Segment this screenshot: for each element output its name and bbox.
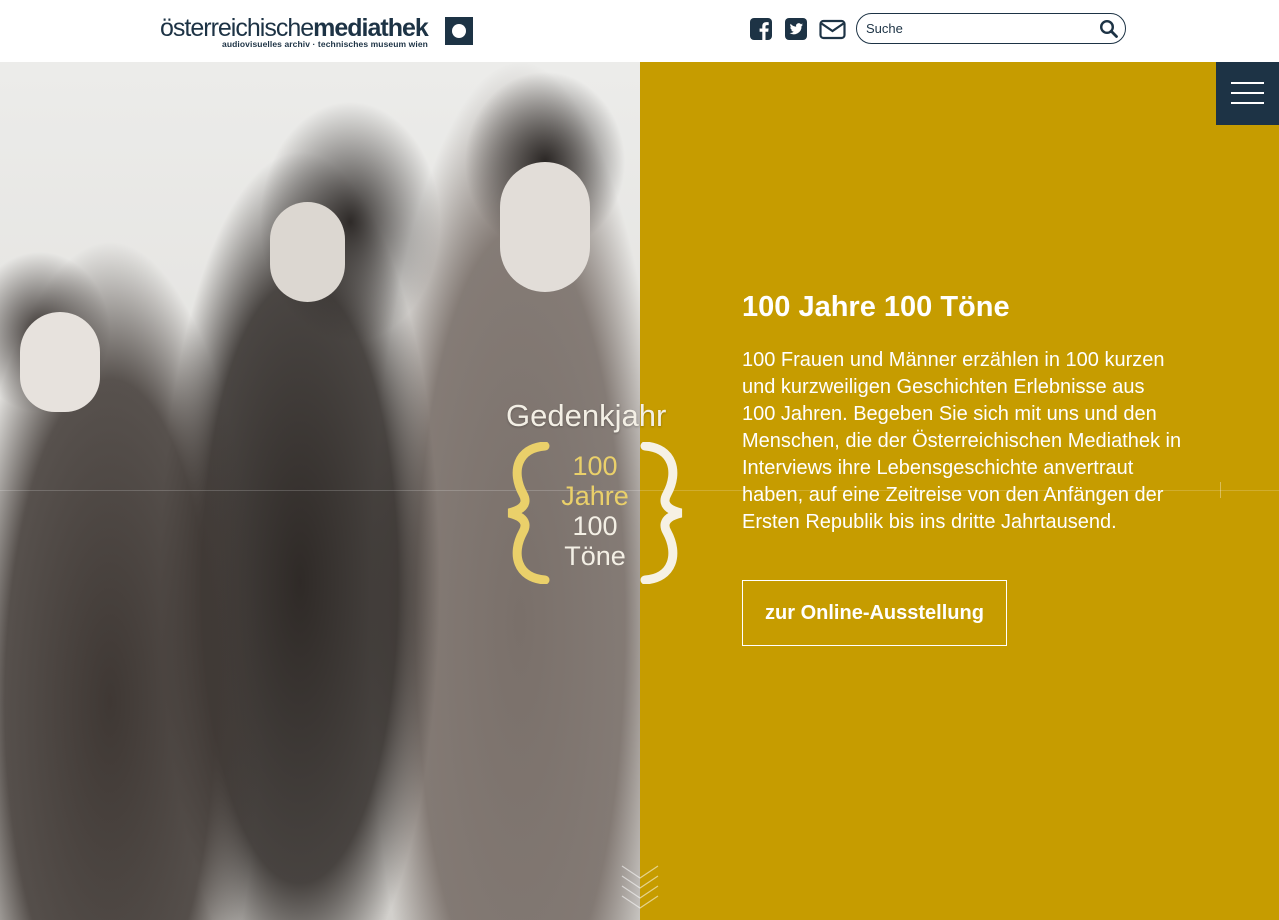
- facebook-icon[interactable]: [749, 17, 773, 41]
- search-box: [856, 13, 1126, 44]
- mail-icon[interactable]: [819, 17, 846, 41]
- logo-mark-icon: [445, 17, 473, 45]
- scroll-down-icon[interactable]: [620, 864, 660, 916]
- emblem-line: Jahre: [561, 481, 629, 511]
- hero-headline: 100 Jahre 100 Töne: [742, 291, 1010, 323]
- search-input[interactable]: [866, 19, 1096, 38]
- site-header: österreichischemediathek audiovisuelles …: [0, 0, 1279, 62]
- emblem-title: Gedenkjahr: [506, 398, 667, 433]
- photo-figure: [500, 162, 590, 292]
- site-logo[interactable]: österreichischemediathek audiovisuelles …: [160, 14, 480, 50]
- online-exhibition-button[interactable]: zur Online-Ausstellung: [742, 580, 1007, 646]
- logo-wordmark-bold: mediathek: [313, 14, 429, 42]
- emblem-line: 100: [572, 451, 618, 481]
- logo-wordmark-light: österreichische: [160, 14, 314, 42]
- search-icon[interactable]: [1099, 19, 1119, 39]
- menu-bar: [1231, 92, 1264, 94]
- hero-description: 100 Frauen und Männer erzählen in 100 ku…: [742, 349, 1182, 533]
- logo-wordmark: österreichischemediathek: [160, 14, 429, 42]
- logo-subtitle: audiovisuelles archiv · technisches muse…: [222, 39, 428, 49]
- emblem-line: Töne: [564, 541, 626, 571]
- emblem-line: 100: [572, 511, 618, 541]
- menu-bar: [1231, 82, 1264, 84]
- menu-bar: [1231, 102, 1264, 104]
- photo-figure: [270, 202, 345, 302]
- twitter-icon[interactable]: [784, 17, 808, 41]
- hamburger-menu-icon[interactable]: [1216, 62, 1279, 125]
- decorative-tick: [1220, 482, 1221, 498]
- photo-figure: [20, 312, 100, 412]
